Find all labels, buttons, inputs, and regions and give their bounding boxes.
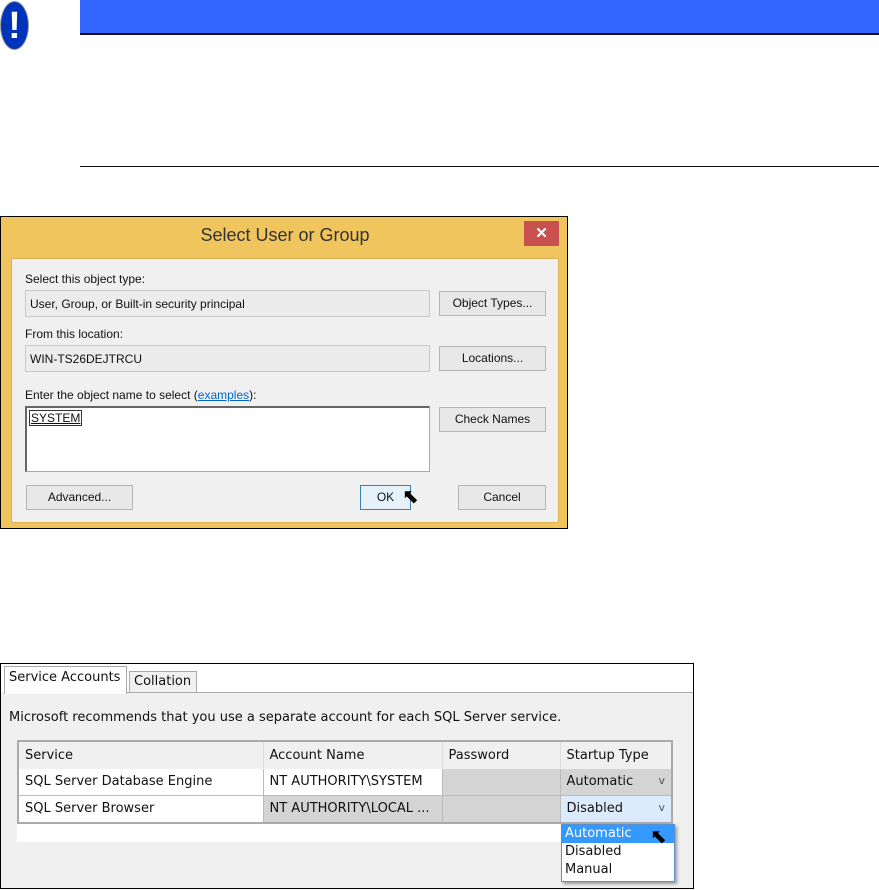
startup-type-select[interactable]: Disabled v: [559, 794, 673, 824]
warning-banner: [80, 0, 879, 35]
table-row: SQL Server Database Engine NT AUTHORITY\…: [17, 768, 673, 796]
examples-link[interactable]: examples: [198, 388, 249, 402]
advanced-button[interactable]: Advanced...: [26, 485, 133, 510]
service-accounts-table: Service Account Name Password Startup Ty…: [17, 740, 673, 824]
object-types-button[interactable]: Object Types...: [439, 291, 546, 316]
check-names-button[interactable]: Check Names: [439, 407, 546, 432]
object-type-label: Select this object type:: [25, 272, 146, 286]
mouse-cursor-icon: ⬉: [650, 826, 667, 848]
locations-button[interactable]: Locations...: [439, 346, 546, 371]
service-cell: SQL Server Database Engine: [17, 768, 264, 796]
location-label: From this location:: [25, 327, 124, 341]
select-user-dialog: Select User or Group ✕ Select this objec…: [0, 216, 568, 529]
chevron-down-icon: v: [658, 801, 665, 815]
startup-type-select[interactable]: Automatic v: [559, 768, 673, 796]
account-cell[interactable]: NT AUTHORITY\SYSTEM: [262, 768, 443, 796]
dropdown-option-manual[interactable]: Manual: [562, 861, 674, 879]
table-row: SQL Server Browser NT AUTHORITY\LOCAL ..…: [17, 794, 673, 824]
password-cell: [441, 794, 561, 824]
recommendation-text: Microsoft recommends that you use a sepa…: [9, 710, 562, 725]
column-header: Account Name: [262, 740, 443, 769]
column-header: Startup Type: [559, 740, 673, 769]
password-cell: [441, 768, 561, 796]
dialog-title: Select User or Group: [200, 225, 370, 245]
column-header: Password: [441, 740, 561, 769]
tab-service-accounts[interactable]: Service Accounts: [4, 666, 127, 694]
divider: [80, 166, 879, 167]
sql-setup-panel: Service Accounts Collation Microsoft rec…: [0, 663, 694, 889]
dialog-body: Select this object type: User, Group, or…: [11, 258, 559, 523]
mouse-cursor-icon: ⬉: [402, 486, 419, 508]
close-button[interactable]: ✕: [524, 221, 559, 246]
enter-name-label: Enter the object name to select (example…: [25, 388, 257, 402]
cancel-button[interactable]: Cancel: [458, 485, 546, 510]
table-header: Service Account Name Password Startup Ty…: [17, 740, 673, 769]
column-header: Service: [17, 740, 264, 769]
account-cell[interactable]: NT AUTHORITY\LOCAL ...: [262, 794, 443, 824]
chevron-down-icon: v: [658, 774, 665, 788]
exclamation-icon: !: [0, 1, 29, 50]
object-name-input[interactable]: SYSTEM: [25, 406, 430, 472]
tab-collation[interactable]: Collation: [129, 671, 197, 693]
service-cell: SQL Server Browser: [17, 794, 264, 824]
object-type-field: User, Group, or Built-in security princi…: [25, 290, 430, 317]
location-field: WIN-TS26DEJTRCU: [25, 345, 430, 372]
